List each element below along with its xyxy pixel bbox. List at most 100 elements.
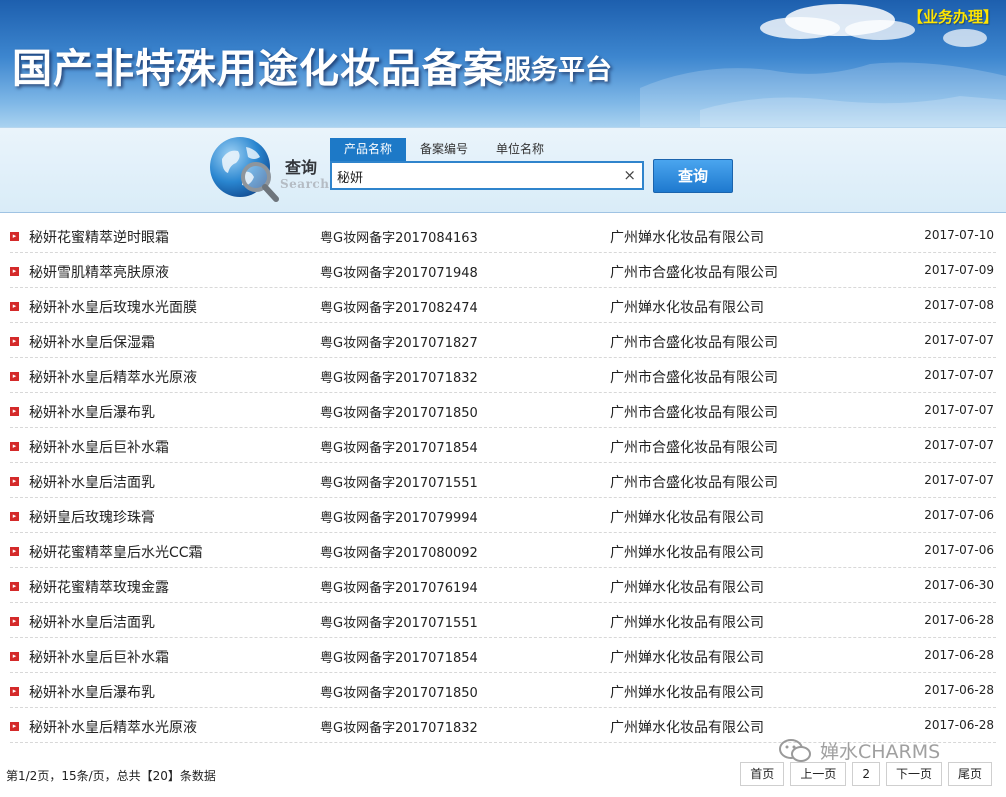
platform-subtitle: 服务平台: [504, 55, 612, 86]
company-name: 广州婵水化妆品有限公司: [610, 510, 764, 526]
product-name-link[interactable]: 秘妍皇后玫瑰珍珠膏: [29, 507, 155, 527]
filing-date: 2017-07-07: [924, 403, 994, 417]
globe-search-icon: [210, 137, 279, 202]
last-page-button[interactable]: 尾页: [947, 762, 992, 786]
product-name-link[interactable]: 秘妍雪肌精萃亮肤原液: [29, 262, 169, 282]
page-2-button[interactable]: 2: [852, 762, 880, 786]
first-page-button[interactable]: 首页: [740, 762, 785, 786]
product-name-link[interactable]: 秘妍花蜜精萃皇后水光CC霜: [29, 542, 203, 562]
watermark-text: 婵水CHARMS: [820, 741, 941, 763]
company-name: 广州市合盛化妆品有限公司: [610, 440, 778, 456]
company-name: 广州市合盛化妆品有限公司: [610, 370, 778, 386]
filing-date: 2017-07-08: [924, 298, 994, 312]
filing-date: 2017-07-07: [924, 333, 994, 347]
bullet-arrow-icon: ▸: [10, 232, 19, 241]
filing-number: 粤G妆网备字2017071827: [320, 336, 478, 351]
company-name: 广州婵水化妆品有限公司: [610, 580, 764, 596]
product-name-link[interactable]: 秘妍补水皇后洁面乳: [29, 472, 155, 492]
filing-date: 2017-06-28: [924, 683, 994, 697]
result-row: ▸ 秘妍补水皇后瀑布乳 粤G妆网备字2017071850 广州市合盛化妆品有限公司 20…: [10, 393, 996, 428]
filing-number: 粤G妆网备字2017082474: [320, 301, 478, 316]
bullet-arrow-icon: ▸: [10, 407, 19, 416]
result-row: ▸ 秘妍花蜜精萃逆时眼霜 粤G妆网备字2017084163 广州婵水化妆品有限公司 20…: [10, 218, 996, 253]
pagination-info: 第1/2页，15条/页，总共【20】条数据: [6, 769, 216, 783]
filing-date: 2017-07-07: [924, 473, 994, 487]
bullet-arrow-icon: ▸: [10, 372, 19, 381]
filing-number: 粤G妆网备字2017084163: [320, 231, 478, 246]
product-name-link[interactable]: 秘妍补水皇后精萃水光原液: [29, 717, 197, 737]
filing-number: 粤G妆网备字2017071948: [320, 266, 478, 281]
filing-number: 粤G妆网备字2017071551: [320, 476, 478, 491]
filing-date: 2017-06-28: [924, 613, 994, 627]
result-row: ▸ 秘妍补水皇后瀑布乳 粤G妆网备字2017071850 广州婵水化妆品有限公司 201…: [10, 673, 996, 708]
company-name: 广州婵水化妆品有限公司: [610, 650, 764, 666]
platform-title: 国产非特殊用途化妆品备案: [12, 45, 504, 92]
result-row: ▸ 秘妍补水皇后玫瑰水光面膜 粤G妆网备字2017082474 广州婵水化妆品有限公司…: [10, 288, 996, 323]
bullet-arrow-icon: ▸: [10, 547, 19, 556]
result-row: ▸ 秘妍花蜜精萃玫瑰金露 粤G妆网备字2017076194 广州婵水化妆品有限公司 20…: [10, 568, 996, 603]
bullet-arrow-icon: ▸: [10, 722, 19, 731]
search-area: 查询 Search 产品名称 备案编号 单位名称 × 查询: [0, 127, 1006, 213]
product-name-link[interactable]: 秘妍补水皇后玫瑰水光面膜: [29, 297, 197, 317]
result-row: ▸ 秘妍补水皇后精萃水光原液 粤G妆网备字2017071832 广州市合盛化妆品有限公…: [10, 358, 996, 393]
product-name-link[interactable]: 秘妍补水皇后保湿霜: [29, 332, 155, 352]
business-handling-link[interactable]: 【业务办理】: [908, 6, 998, 27]
result-row: ▸ 秘妍补水皇后保湿霜 粤G妆网备字2017071827 广州市合盛化妆品有限公司 20…: [10, 323, 996, 358]
filing-date: 2017-07-09: [924, 263, 994, 277]
filing-date: 2017-07-10: [924, 228, 994, 242]
bullet-arrow-icon: ▸: [10, 582, 19, 591]
company-name: 广州婵水化妆品有限公司: [610, 230, 764, 246]
result-row: ▸ 秘妍皇后玫瑰珍珠膏 粤G妆网备字2017079994 广州婵水化妆品有限公司 201…: [10, 498, 996, 533]
product-name-link[interactable]: 秘妍补水皇后瀑布乳: [29, 682, 155, 702]
tab-filing-number[interactable]: 备案编号: [406, 138, 482, 161]
search-input[interactable]: [337, 166, 617, 186]
result-row: ▸ 秘妍补水皇后巨补水霜 粤G妆网备字2017071854 广州市合盛化妆品有限公司 2…: [10, 428, 996, 463]
pagination: 首页 上一页 2 下一页 尾页: [740, 762, 992, 786]
tab-company-name[interactable]: 单位名称: [482, 138, 558, 161]
previous-page-button[interactable]: 上一页: [790, 762, 847, 786]
company-name: 广州婵水化妆品有限公司: [610, 615, 764, 631]
filing-date: 2017-06-30: [924, 578, 994, 592]
company-name: 广州婵水化妆品有限公司: [610, 685, 764, 701]
bullet-arrow-icon: ▸: [10, 652, 19, 661]
query-label: 查询: [285, 158, 318, 177]
filing-number: 粤G妆网备字2017071832: [320, 371, 478, 386]
result-row: ▸ 秘妍花蜜精萃皇后水光CC霜 粤G妆网备字2017080092 广州婵水化妆品有限公…: [10, 533, 996, 568]
company-name: 广州市合盛化妆品有限公司: [610, 265, 778, 281]
bullet-arrow-icon: ▸: [10, 267, 19, 276]
clear-icon[interactable]: ×: [623, 166, 636, 184]
product-name-link[interactable]: 秘妍补水皇后巨补水霜: [29, 437, 169, 457]
result-row: ▸ 秘妍补水皇后洁面乳 粤G妆网备字2017071551 广州婵水化妆品有限公司 201…: [10, 603, 996, 638]
next-page-button[interactable]: 下一页: [885, 762, 942, 786]
company-name: 广州婵水化妆品有限公司: [610, 300, 764, 316]
filing-number: 粤G妆网备字2017071850: [320, 686, 478, 701]
filing-number: 粤G妆网备字2017079994: [320, 511, 478, 526]
tab-product-name[interactable]: 产品名称: [330, 138, 407, 161]
filing-number: 粤G妆网备字2017071854: [320, 441, 478, 456]
search-button[interactable]: 查询: [653, 159, 733, 193]
header-banner: 国产非特殊用途化妆品备案 服务平台 【业务办理】: [0, 0, 1006, 127]
company-name: 广州市合盛化妆品有限公司: [610, 405, 778, 421]
filing-date: 2017-06-28: [924, 648, 994, 662]
bullet-arrow-icon: ▸: [10, 337, 19, 346]
filing-number: 粤G妆网备字2017071850: [320, 406, 478, 421]
filing-date: 2017-07-06: [924, 508, 994, 522]
watermark: 婵水CHARMS: [778, 737, 940, 764]
product-name-link[interactable]: 秘妍花蜜精萃玫瑰金露: [29, 577, 169, 597]
filing-number: 粤G妆网备字2017071854: [320, 651, 478, 666]
search-label-english: Search: [280, 177, 330, 191]
bullet-arrow-icon: ▸: [10, 512, 19, 521]
company-name: 广州婵水化妆品有限公司: [610, 545, 764, 561]
product-name-link[interactable]: 秘妍补水皇后精萃水光原液: [29, 367, 197, 387]
company-name: 广州市合盛化妆品有限公司: [610, 335, 778, 351]
product-name-link[interactable]: 秘妍补水皇后巨补水霜: [29, 647, 169, 667]
product-name-link[interactable]: 秘妍补水皇后洁面乳: [29, 612, 155, 632]
company-name: 广州婵水化妆品有限公司: [610, 720, 764, 736]
filing-number: 粤G妆网备字2017071551: [320, 616, 478, 631]
search-box: ×: [330, 161, 644, 190]
product-name-link[interactable]: 秘妍补水皇后瀑布乳: [29, 402, 155, 422]
bullet-arrow-icon: ▸: [10, 442, 19, 451]
filing-date: 2017-06-28: [924, 718, 994, 732]
bullet-arrow-icon: ▸: [10, 617, 19, 626]
product-name-link[interactable]: 秘妍花蜜精萃逆时眼霜: [29, 227, 169, 247]
